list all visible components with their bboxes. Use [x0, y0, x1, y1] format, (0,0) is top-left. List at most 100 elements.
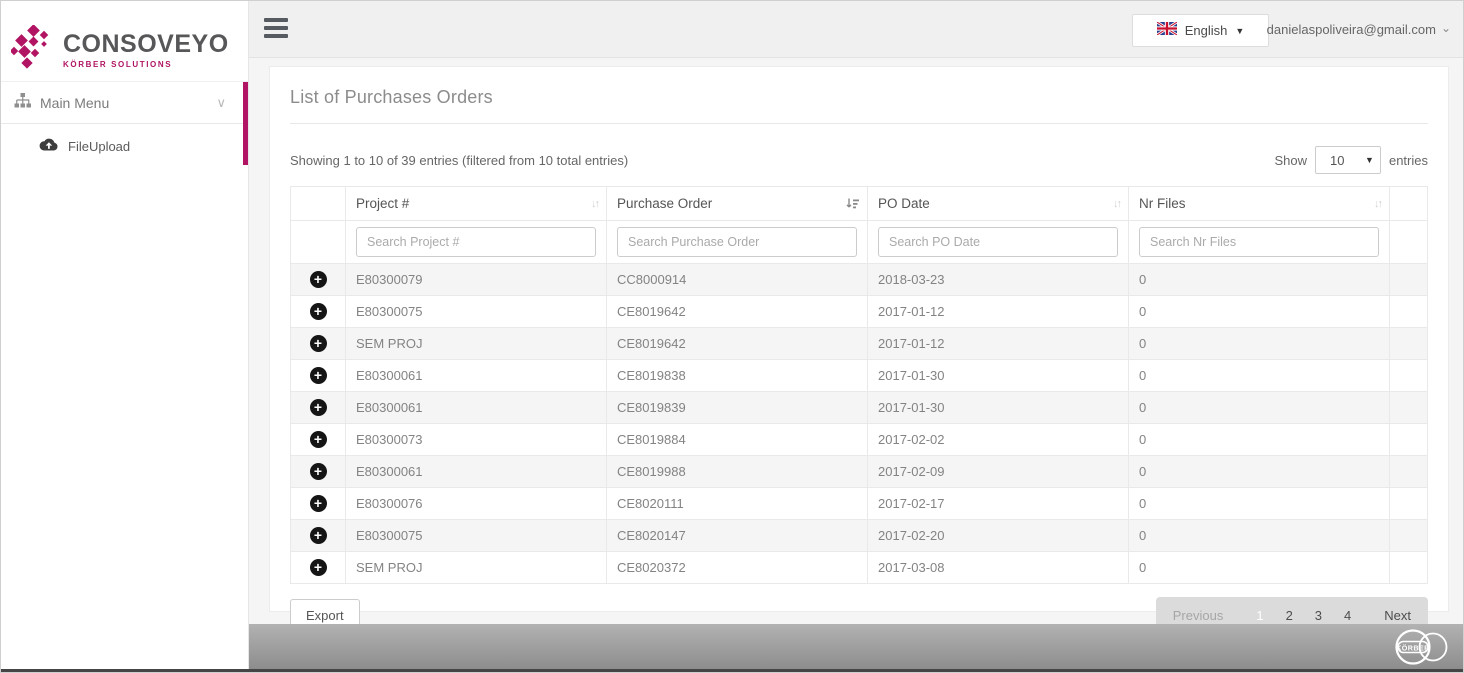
cell-nr_files: 0: [1128, 295, 1390, 328]
expand-cell: +: [290, 455, 346, 488]
table-header-row: Project # ↓↑ Purchase Order PO Date ↓↑ N…: [290, 186, 1428, 221]
search-purchase-order-input[interactable]: [617, 227, 857, 257]
brand-text: CONSOVEYO KÖRBER SOLUTIONS: [63, 29, 229, 69]
cell-purchase_order: CE8019838: [606, 359, 868, 392]
show-label: Show: [1274, 152, 1307, 168]
cell-nr_files: 0: [1128, 519, 1390, 552]
topbar: English ▼ danielaspoliveira@gmail.com ⌄: [249, 1, 1463, 58]
sidebar-item-label: FileUpload: [68, 138, 131, 154]
cell-po_date: 2017-01-12: [867, 295, 1129, 328]
table-row: + E80300079 CC8000914 2018-03-23 0: [290, 263, 1428, 296]
expand-cell: +: [290, 487, 346, 520]
sidebar: CONSOVEYO KÖRBER SOLUTIONS Main Menu ∨ F…: [1, 1, 249, 672]
empty-cell: [1389, 391, 1428, 424]
expand-row-button[interactable]: +: [309, 335, 327, 352]
cell-nr_files: 0: [1128, 487, 1390, 520]
chevron-down-icon: ∨: [216, 94, 226, 110]
cell-po_date: 2017-02-09: [867, 455, 1129, 488]
pagination-page-4[interactable]: 4: [1333, 608, 1362, 623]
svg-text:KÖRBER: KÖRBER: [1396, 643, 1430, 652]
cell-purchase_order: CC8000914: [606, 263, 868, 296]
expand-row-button[interactable]: +: [309, 431, 327, 448]
entries-label: entries: [1388, 152, 1428, 168]
page-length-control: Show 10 ▼ entries: [1274, 146, 1428, 174]
hamburger-menu-icon[interactable]: [264, 18, 288, 42]
column-header-project[interactable]: Project # ↓↑: [345, 186, 607, 221]
cell-project: SEM PROJ: [345, 551, 607, 584]
consoveyo-logo-icon: [9, 23, 55, 78]
chevron-down-icon: ⌄: [1440, 20, 1451, 35]
cell-project: E80300076: [345, 487, 607, 520]
sidebar-item-fileupload[interactable]: FileUpload: [1, 124, 248, 168]
expand-row-button[interactable]: +: [309, 303, 327, 320]
sort-asc-icon: [846, 198, 859, 210]
cell-nr_files: 0: [1128, 455, 1390, 488]
expand-row-button[interactable]: +: [309, 399, 327, 416]
cell-po_date: 2017-01-12: [867, 327, 1129, 360]
pagination-page-2[interactable]: 2: [1275, 608, 1304, 623]
cell-po_date: 2017-02-17: [867, 487, 1129, 520]
cell-nr_files: 0: [1128, 327, 1390, 360]
pagination-next[interactable]: Next: [1373, 608, 1422, 623]
header-expand: [290, 186, 346, 221]
expand-row-button[interactable]: +: [309, 495, 327, 512]
sidebar-item-main-menu[interactable]: Main Menu ∨: [1, 81, 248, 124]
table-row: + SEM PROJ CE8020372 2017-03-08 0: [290, 551, 1428, 584]
cell-purchase_order: CE8020147: [606, 519, 868, 552]
page-size-select[interactable]: 10: [1314, 146, 1381, 174]
cell-nr_files: 0: [1128, 551, 1390, 584]
expand-row-button[interactable]: +: [309, 527, 327, 544]
cell-purchase_order: CE8019642: [606, 327, 868, 360]
cloud-upload-icon: [39, 137, 58, 156]
empty-cell: [1389, 423, 1428, 456]
cell-project: E80300061: [345, 359, 607, 392]
table-row: + E80300075 CE8019642 2017-01-12 0: [290, 295, 1428, 328]
cell-purchase_order: CE8019839: [606, 391, 868, 424]
brand-name: CONSOVEYO: [63, 29, 229, 58]
sort-icon: ↓↑: [591, 197, 600, 210]
cell-purchase_order: CE8019642: [606, 295, 868, 328]
cell-project: E80300075: [345, 295, 607, 328]
cell-project: SEM PROJ: [345, 327, 607, 360]
search-nr-files-input[interactable]: [1139, 227, 1379, 257]
expand-cell: +: [290, 519, 346, 552]
pagination-previous[interactable]: Previous: [1162, 608, 1235, 623]
column-header-po-date[interactable]: PO Date ↓↑: [867, 186, 1129, 221]
sidebar-item-label: Main Menu: [40, 94, 110, 111]
pagination-page-1[interactable]: 1: [1245, 608, 1274, 623]
expand-row-button[interactable]: +: [309, 559, 327, 576]
search-project-input[interactable]: [356, 227, 596, 257]
search-po-date-input[interactable]: [878, 227, 1118, 257]
header-empty: [1389, 186, 1428, 221]
language-selector-button[interactable]: English ▼: [1132, 14, 1269, 47]
korber-logo: KÖRBER: [1389, 627, 1451, 672]
user-menu[interactable]: danielaspoliveira@gmail.com ⌄: [1267, 1, 1451, 58]
sort-icon: ↓↑: [1113, 197, 1122, 210]
expand-cell: +: [290, 391, 346, 424]
empty-cell: [1389, 487, 1428, 520]
title-divider: [290, 123, 1428, 124]
caret-down-icon: ▼: [1235, 26, 1245, 36]
page-title: List of Purchases Orders: [290, 87, 493, 107]
po-table-body: + E80300079 CC8000914 2018-03-23 0 + E80300075…: [290, 263, 1428, 584]
uk-flag-icon: [1155, 20, 1178, 40]
consoveyo-logo: CONSOVEYO KÖRBER SOLUTIONS: [1, 1, 248, 81]
cell-project: E80300061: [345, 455, 607, 488]
expand-row-button[interactable]: +: [309, 463, 327, 480]
cell-nr_files: 0: [1128, 263, 1390, 296]
cell-po_date: 2018-03-23: [867, 263, 1129, 296]
cell-project: E80300073: [345, 423, 607, 456]
table-row: + E80300073 CE8019884 2017-02-02 0: [290, 423, 1428, 456]
column-header-purchase-order[interactable]: Purchase Order: [606, 186, 868, 221]
column-header-nr-files[interactable]: Nr Files ↓↑: [1128, 186, 1390, 221]
pagination-page-3[interactable]: 3: [1304, 608, 1333, 623]
expand-row-button[interactable]: +: [309, 271, 327, 288]
empty-cell: [1389, 295, 1428, 328]
expand-cell: +: [290, 327, 346, 360]
purchase-orders-panel: List of Purchases Orders Showing 1 to 10…: [269, 66, 1449, 634]
purchase-orders-table: Project # ↓↑ Purchase Order PO Date ↓↑ N…: [290, 186, 1428, 584]
expand-cell: +: [290, 551, 346, 584]
table-row: + E80300061 CE8019839 2017-01-30 0: [290, 391, 1428, 424]
empty-cell: [1389, 551, 1428, 584]
expand-row-button[interactable]: +: [309, 367, 327, 384]
